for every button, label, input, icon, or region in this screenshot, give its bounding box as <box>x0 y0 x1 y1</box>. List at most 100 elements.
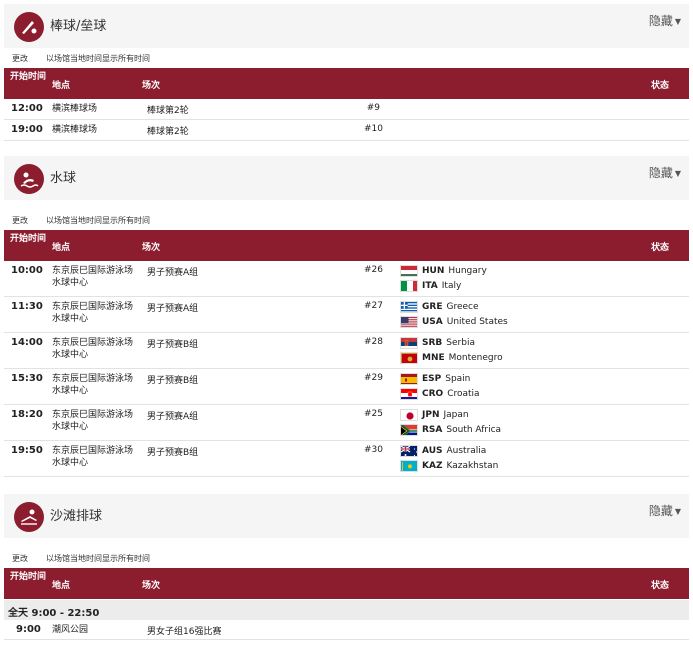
team-2[interactable]: CRO Croatia <box>400 387 480 401</box>
row-time: 11:30 <box>11 301 43 312</box>
aus-flag <box>400 445 418 457</box>
srb-flag <box>400 337 418 349</box>
sport-name: 水球 <box>50 171 77 186</box>
hide-button[interactable]: 隐藏 ▼ <box>649 164 681 181</box>
team-name: Hungary <box>448 266 487 276</box>
team-code: ITA <box>422 281 438 291</box>
table-row[interactable]: 11:30 东京辰巳国际游泳场水球中心 男子预赛A组 #27 GRE Greece USA U… <box>4 297 689 333</box>
team-2[interactable]: KAZ Kazakhstan <box>400 459 498 473</box>
baseball-icon <box>14 12 44 42</box>
row-event: 棒球第2轮 <box>147 106 189 116</box>
table-row[interactable]: 12:00 横滨棒球场 棒球第2轮 #9 <box>4 99 689 120</box>
row-number: #25 <box>364 409 383 419</box>
row-event: 男女子组16强比赛 <box>147 627 222 637</box>
team-code: KAZ <box>422 461 443 471</box>
hide-button[interactable]: 隐藏 ▼ <box>649 502 681 519</box>
beach-volleyball-icon <box>14 502 44 532</box>
team-name: United States <box>446 317 508 327</box>
allday-label: 全天 9:00 - 22:50 <box>8 608 100 619</box>
col-event: 场次 <box>142 243 161 253</box>
team-1[interactable]: SRB Serbia <box>400 336 475 350</box>
row-event: 男子预赛A组 <box>147 304 199 314</box>
change-link[interactable]: 更改 <box>12 53 28 64</box>
table-row[interactable]: 14:00 东京辰巳国际游泳场水球中心 男子预赛B组 #28 SRB Serbia MNE M… <box>4 333 689 369</box>
col-status: 状态 <box>650 243 669 253</box>
row-event: 男子预赛B组 <box>147 340 199 350</box>
team-1[interactable]: HUN Hungary <box>400 264 487 278</box>
table-row[interactable]: 15:30 东京辰巳国际游泳场水球中心 男子预赛B组 #29 ESP Spain CRO Cr… <box>4 369 689 405</box>
row-number: #29 <box>364 373 383 383</box>
section-baseball: 棒球/垒球 隐藏 ▼ 更改 以场馆当地时间显示所有时间 开始时间 地点 场次 状态… <box>4 4 689 142</box>
team-code: USA <box>422 317 443 327</box>
table-row[interactable]: 18:20 东京辰巳国际游泳场水球中心 男子预赛A组 #25 JPN Japan RSA So… <box>4 405 689 441</box>
row-time: 9:00 <box>16 624 41 635</box>
col-time: 开始时间 <box>10 572 47 582</box>
table-row[interactable]: 10:00 东京辰巳国际游泳场水球中心 男子预赛A组 #26 HUN Hungary ITA… <box>4 261 689 297</box>
row-time: 12:00 <box>11 103 43 114</box>
col-event: 场次 <box>142 581 161 591</box>
row-venue: 潮风公园 <box>52 625 89 635</box>
table-row[interactable]: 19:00 横滨棒球场 棒球第2轮 #10 <box>4 120 689 141</box>
row-venue: 横滨棒球场 <box>52 125 98 135</box>
chevron-down-icon: ▼ <box>674 169 681 178</box>
row-time: 10:00 <box>11 265 43 276</box>
col-venue: 地点 <box>52 243 71 253</box>
team-code: MNE <box>422 353 445 363</box>
section-beachvolleyball: 沙滩排球 隐藏 ▼ 更改 以场馆当地时间显示所有时间 开始时间 地点 场次 状态 … <box>4 494 689 644</box>
team-2[interactable]: ITA Italy <box>400 279 461 293</box>
team-1[interactable]: AUS Australia <box>400 444 486 458</box>
table-row[interactable]: 9:00 潮风公园 男女子组16强比赛 <box>4 620 689 640</box>
row-event: 男子预赛A组 <box>147 412 199 422</box>
row-venue: 横滨棒球场 <box>52 104 98 114</box>
team-1[interactable]: ESP Spain <box>400 372 470 386</box>
cro-flag <box>400 388 418 400</box>
team-2[interactable]: USA United States <box>400 315 508 329</box>
team-name: Kazakhstan <box>446 461 499 471</box>
team-name: Greece <box>446 302 479 312</box>
col-status: 状态 <box>650 581 669 591</box>
usa-flag <box>400 316 418 328</box>
allday-row: 全天 9:00 - 22:50 <box>4 600 689 620</box>
row-event: 男子预赛B组 <box>147 376 199 386</box>
row-venue: 东京辰巳国际游泳场水球中心 <box>52 410 134 432</box>
table-row[interactable]: 19:50 东京辰巳国际游泳场水球中心 男子预赛B组 #30 AUS Australia K… <box>4 441 689 477</box>
row-number: #26 <box>364 265 383 275</box>
row-number: #30 <box>364 445 383 455</box>
gre-flag <box>400 301 418 313</box>
water-polo-icon <box>14 164 44 194</box>
hide-label: 隐藏 <box>648 504 673 518</box>
row-number: #10 <box>364 124 383 134</box>
esp-flag <box>400 373 418 385</box>
hide-button[interactable]: 隐藏 ▼ <box>649 12 681 29</box>
change-link[interactable]: 更改 <box>12 215 28 226</box>
jpn-flag <box>400 409 418 421</box>
team-name: Montenegro <box>448 353 503 363</box>
sport-header-waterpolo: 水球 隐藏 ▼ <box>4 156 689 200</box>
table-header: 开始时间 地点 场次 状态 <box>4 568 689 599</box>
col-event: 场次 <box>142 81 161 91</box>
team-name: South Africa <box>446 425 502 435</box>
row-venue: 东京辰巳国际游泳场水球中心 <box>52 374 134 396</box>
rsa-flag <box>400 424 418 436</box>
col-time: 开始时间 <box>10 234 47 244</box>
col-venue: 地点 <box>52 81 71 91</box>
row-time: 19:00 <box>11 124 43 135</box>
sport-name: 棒球/垒球 <box>50 19 107 34</box>
table-header: 开始时间 地点 场次 状态 <box>4 230 689 261</box>
row-venue: 东京辰巳国际游泳场水球中心 <box>52 266 134 288</box>
team-code: RSA <box>422 425 443 435</box>
team-1[interactable]: JPN Japan <box>400 408 469 422</box>
timezone-note: 更改 以场馆当地时间显示所有时间 <box>4 210 689 230</box>
team-name: Serbia <box>446 338 475 348</box>
team-2[interactable]: MNE Montenegro <box>400 351 503 365</box>
team-code: GRE <box>422 302 443 312</box>
team-1[interactable]: GRE Greece <box>400 300 479 314</box>
hun-flag <box>400 265 418 277</box>
row-event: 男子预赛A组 <box>147 268 199 278</box>
team-code: JPN <box>422 410 440 420</box>
change-link[interactable]: 更改 <box>12 553 28 564</box>
hide-label: 隐藏 <box>648 166 673 180</box>
timezone-note: 更改 以场馆当地时间显示所有时间 <box>4 548 689 568</box>
team-2[interactable]: RSA South Africa <box>400 423 501 437</box>
timezone-note: 更改 以场馆当地时间显示所有时间 <box>4 48 689 68</box>
